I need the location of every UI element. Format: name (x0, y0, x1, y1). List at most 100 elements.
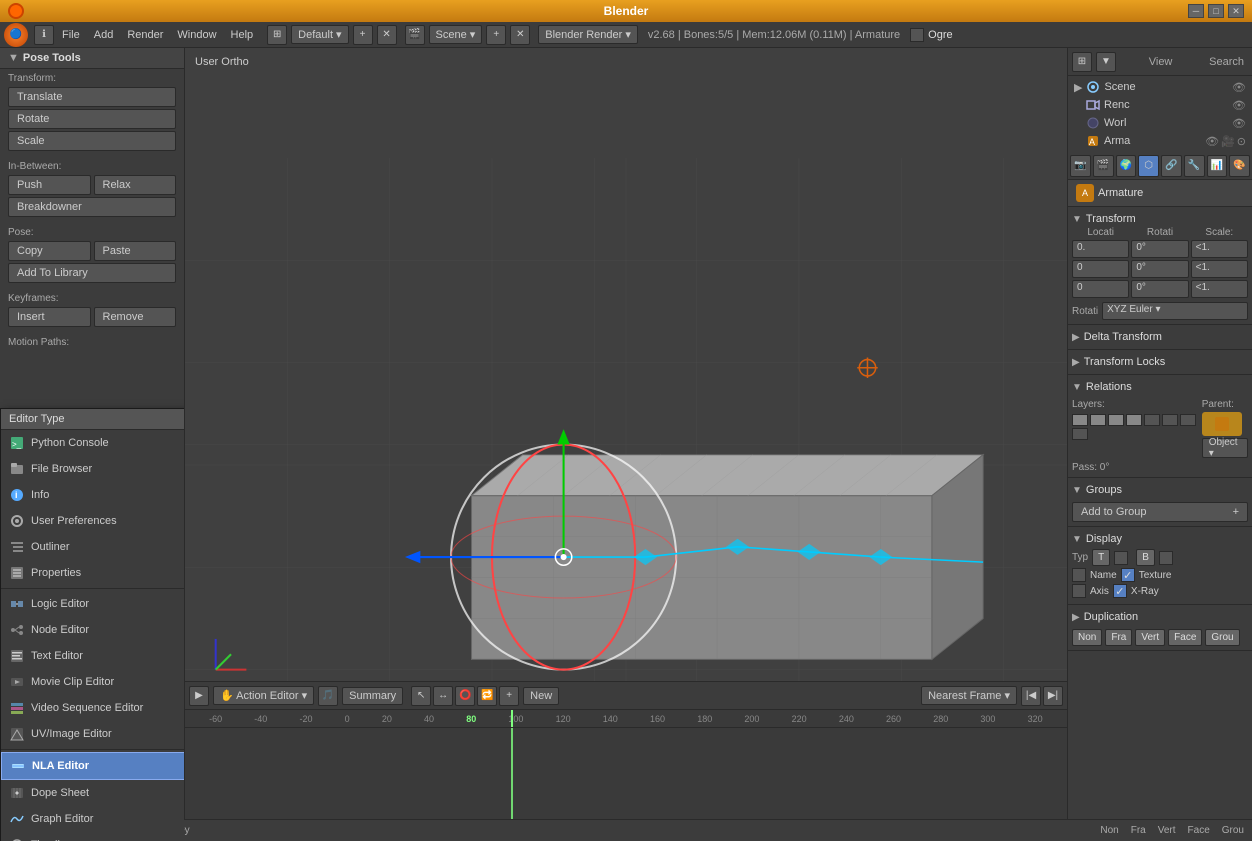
outliner-scene-item[interactable]: ▶ Scene 👁 (1070, 78, 1250, 96)
timeline-editor-icon[interactable]: ▶ (189, 686, 209, 706)
layout-del-icon[interactable]: ✕ (377, 25, 397, 45)
rotation-mode-input[interactable]: XYZ Euler ▾ (1102, 302, 1248, 320)
breakdowner-button[interactable]: Breakdowner (8, 197, 176, 217)
status-fra[interactable]: Fra (1127, 823, 1150, 838)
duplication-header[interactable]: ▶ Duplication (1072, 609, 1248, 625)
scene-visibility-icon[interactable]: 👁 (1232, 81, 1246, 94)
prop-modifier-icon[interactable]: 🔧 (1184, 155, 1205, 177)
status-grou[interactable]: Grou (1218, 823, 1248, 838)
arma-visibility-icon[interactable]: 👁 (1205, 135, 1219, 148)
logic-editor-item[interactable]: Logic Editor (1, 591, 185, 617)
paste-button[interactable]: Paste (94, 241, 177, 261)
layer-8[interactable] (1072, 428, 1088, 440)
push-button[interactable]: Push (8, 175, 91, 195)
renc-visibility-icon[interactable]: 👁 (1232, 99, 1246, 112)
scale-y-input[interactable]: <1. (1191, 260, 1248, 278)
timeline-content[interactable] (185, 728, 1067, 819)
face-btn[interactable]: Face (1168, 629, 1202, 646)
layer-2[interactable] (1090, 414, 1106, 426)
python-console-item[interactable]: >_ Python Console (1, 430, 185, 456)
rot-x-input[interactable]: 0° (1131, 240, 1188, 258)
tl-icon5[interactable]: + (499, 686, 519, 706)
delta-transform-header[interactable]: ▶ Delta Transform (1072, 329, 1248, 345)
loc-y-input[interactable]: 0 (1072, 260, 1129, 278)
layout-icon[interactable]: ⊞ (267, 25, 287, 45)
menu-render[interactable]: Render (121, 27, 169, 43)
fra-btn[interactable]: Fra (1105, 629, 1132, 646)
info-item[interactable]: i Info (1, 482, 185, 508)
loc-z-input[interactable]: 0 (1072, 280, 1129, 298)
remove-button[interactable]: Remove (94, 307, 177, 327)
outliner-search-btn[interactable]: Search (1205, 54, 1248, 70)
translate-button[interactable]: Translate (8, 87, 176, 107)
status-face[interactable]: Face (1184, 823, 1214, 838)
properties-item[interactable]: Properties (1, 560, 185, 586)
scene-del-icon[interactable]: ✕ (510, 25, 530, 45)
tl-right-icon1[interactable]: |◀ (1021, 686, 1041, 706)
tl-icon1[interactable]: ↖ (411, 686, 431, 706)
name-checkbox[interactable] (1072, 568, 1086, 582)
rot-y-input[interactable]: 0° (1131, 260, 1188, 278)
dope-sheet-item[interactable]: Dope Sheet (1, 780, 185, 806)
info-editor-icon[interactable]: ℹ (34, 25, 54, 45)
layer-6[interactable] (1162, 414, 1178, 426)
tl-icon2[interactable]: ↔ (433, 686, 453, 706)
ogre-checkbox[interactable] (910, 28, 924, 42)
layer-5[interactable] (1144, 414, 1160, 426)
copy-button[interactable]: Copy (8, 241, 91, 261)
window-controls[interactable]: ─ □ ✕ (1188, 4, 1244, 18)
outliner-renc-item[interactable]: Renc 👁 (1070, 96, 1250, 114)
node-editor-item[interactable]: Node Editor (1, 617, 185, 643)
xray-checkbox[interactable]: ✓ (1113, 584, 1127, 598)
tl-right-icon2[interactable]: ▶| (1043, 686, 1063, 706)
action-editor-dropdown[interactable]: ✋ Action Editor ▾ (213, 686, 314, 705)
status-non[interactable]: Non (1096, 823, 1122, 838)
close-button[interactable]: ✕ (1228, 4, 1244, 18)
transform-props-header[interactable]: ▼ Transform (1072, 211, 1248, 227)
status-vert[interactable]: Vert (1154, 823, 1180, 838)
rot-z-input[interactable]: 0° (1131, 280, 1188, 298)
summary-icon[interactable]: 🎵 (318, 686, 338, 706)
layer-3[interactable] (1108, 414, 1124, 426)
layer-7[interactable] (1180, 414, 1196, 426)
menu-window[interactable]: Window (171, 27, 222, 43)
outliner-world-item[interactable]: Worl 👁 (1070, 114, 1250, 132)
display-header[interactable]: ▼ Display (1072, 531, 1248, 547)
graph-editor-item[interactable]: Graph Editor (1, 806, 185, 832)
rotate-button[interactable]: Rotate (8, 109, 176, 129)
relations-header[interactable]: ▼ Relations (1072, 379, 1248, 395)
groups-header[interactable]: ▼ Groups (1072, 482, 1248, 498)
engine-dropdown[interactable]: Blender Render ▾ (538, 25, 638, 44)
insert-button[interactable]: Insert (8, 307, 91, 327)
type-T-btn[interactable]: T (1092, 549, 1110, 566)
scene-icon[interactable]: 🎬 (405, 25, 425, 45)
prop-material-icon[interactable]: 🎨 (1229, 155, 1250, 177)
layer-1[interactable] (1072, 414, 1088, 426)
relax-button[interactable]: Relax (94, 175, 177, 195)
minimize-button[interactable]: ─ (1188, 4, 1204, 18)
summary-dropdown[interactable]: Summary (342, 687, 403, 705)
prop-world-icon[interactable]: 🌍 (1116, 155, 1137, 177)
tl-icon4[interactable]: 🔁 (477, 686, 497, 706)
maximize-button[interactable]: □ (1208, 4, 1224, 18)
outliner-item[interactable]: Outliner (1, 534, 185, 560)
prop-data-icon[interactable]: 📊 (1207, 155, 1228, 177)
arma-select-icon[interactable]: ⊙ (1237, 135, 1246, 148)
scene-dropdown[interactable]: Scene ▾ (429, 25, 483, 44)
layout-add-icon[interactable]: + (353, 25, 373, 45)
outliner-mode-icon[interactable]: ⊞ (1072, 52, 1092, 72)
new-dropdown[interactable]: New (523, 687, 559, 705)
timeline-item[interactable]: Timeline (1, 832, 185, 841)
movie-clip-editor-item[interactable]: Movie Clip Editor (1, 669, 185, 695)
nearest-frame-dropdown[interactable]: Nearest Frame ▾ (921, 686, 1017, 705)
layout-dropdown[interactable]: Default ▾ (291, 25, 348, 44)
outliner-armature-item[interactable]: A Arma 👁 🎥 ⊙ (1070, 132, 1250, 150)
layer-4[interactable] (1126, 414, 1142, 426)
scale-x-input[interactable]: <1. (1191, 240, 1248, 258)
uv-image-editor-item[interactable]: UV/Image Editor (1, 721, 185, 747)
prop-scene-icon[interactable]: 🎬 (1093, 155, 1114, 177)
loc-x-input[interactable]: 0. (1072, 240, 1129, 258)
grou-btn[interactable]: Grou (1205, 629, 1239, 646)
add-to-library-button[interactable]: Add To Library (8, 263, 176, 283)
vert-btn[interactable]: Vert (1135, 629, 1165, 646)
